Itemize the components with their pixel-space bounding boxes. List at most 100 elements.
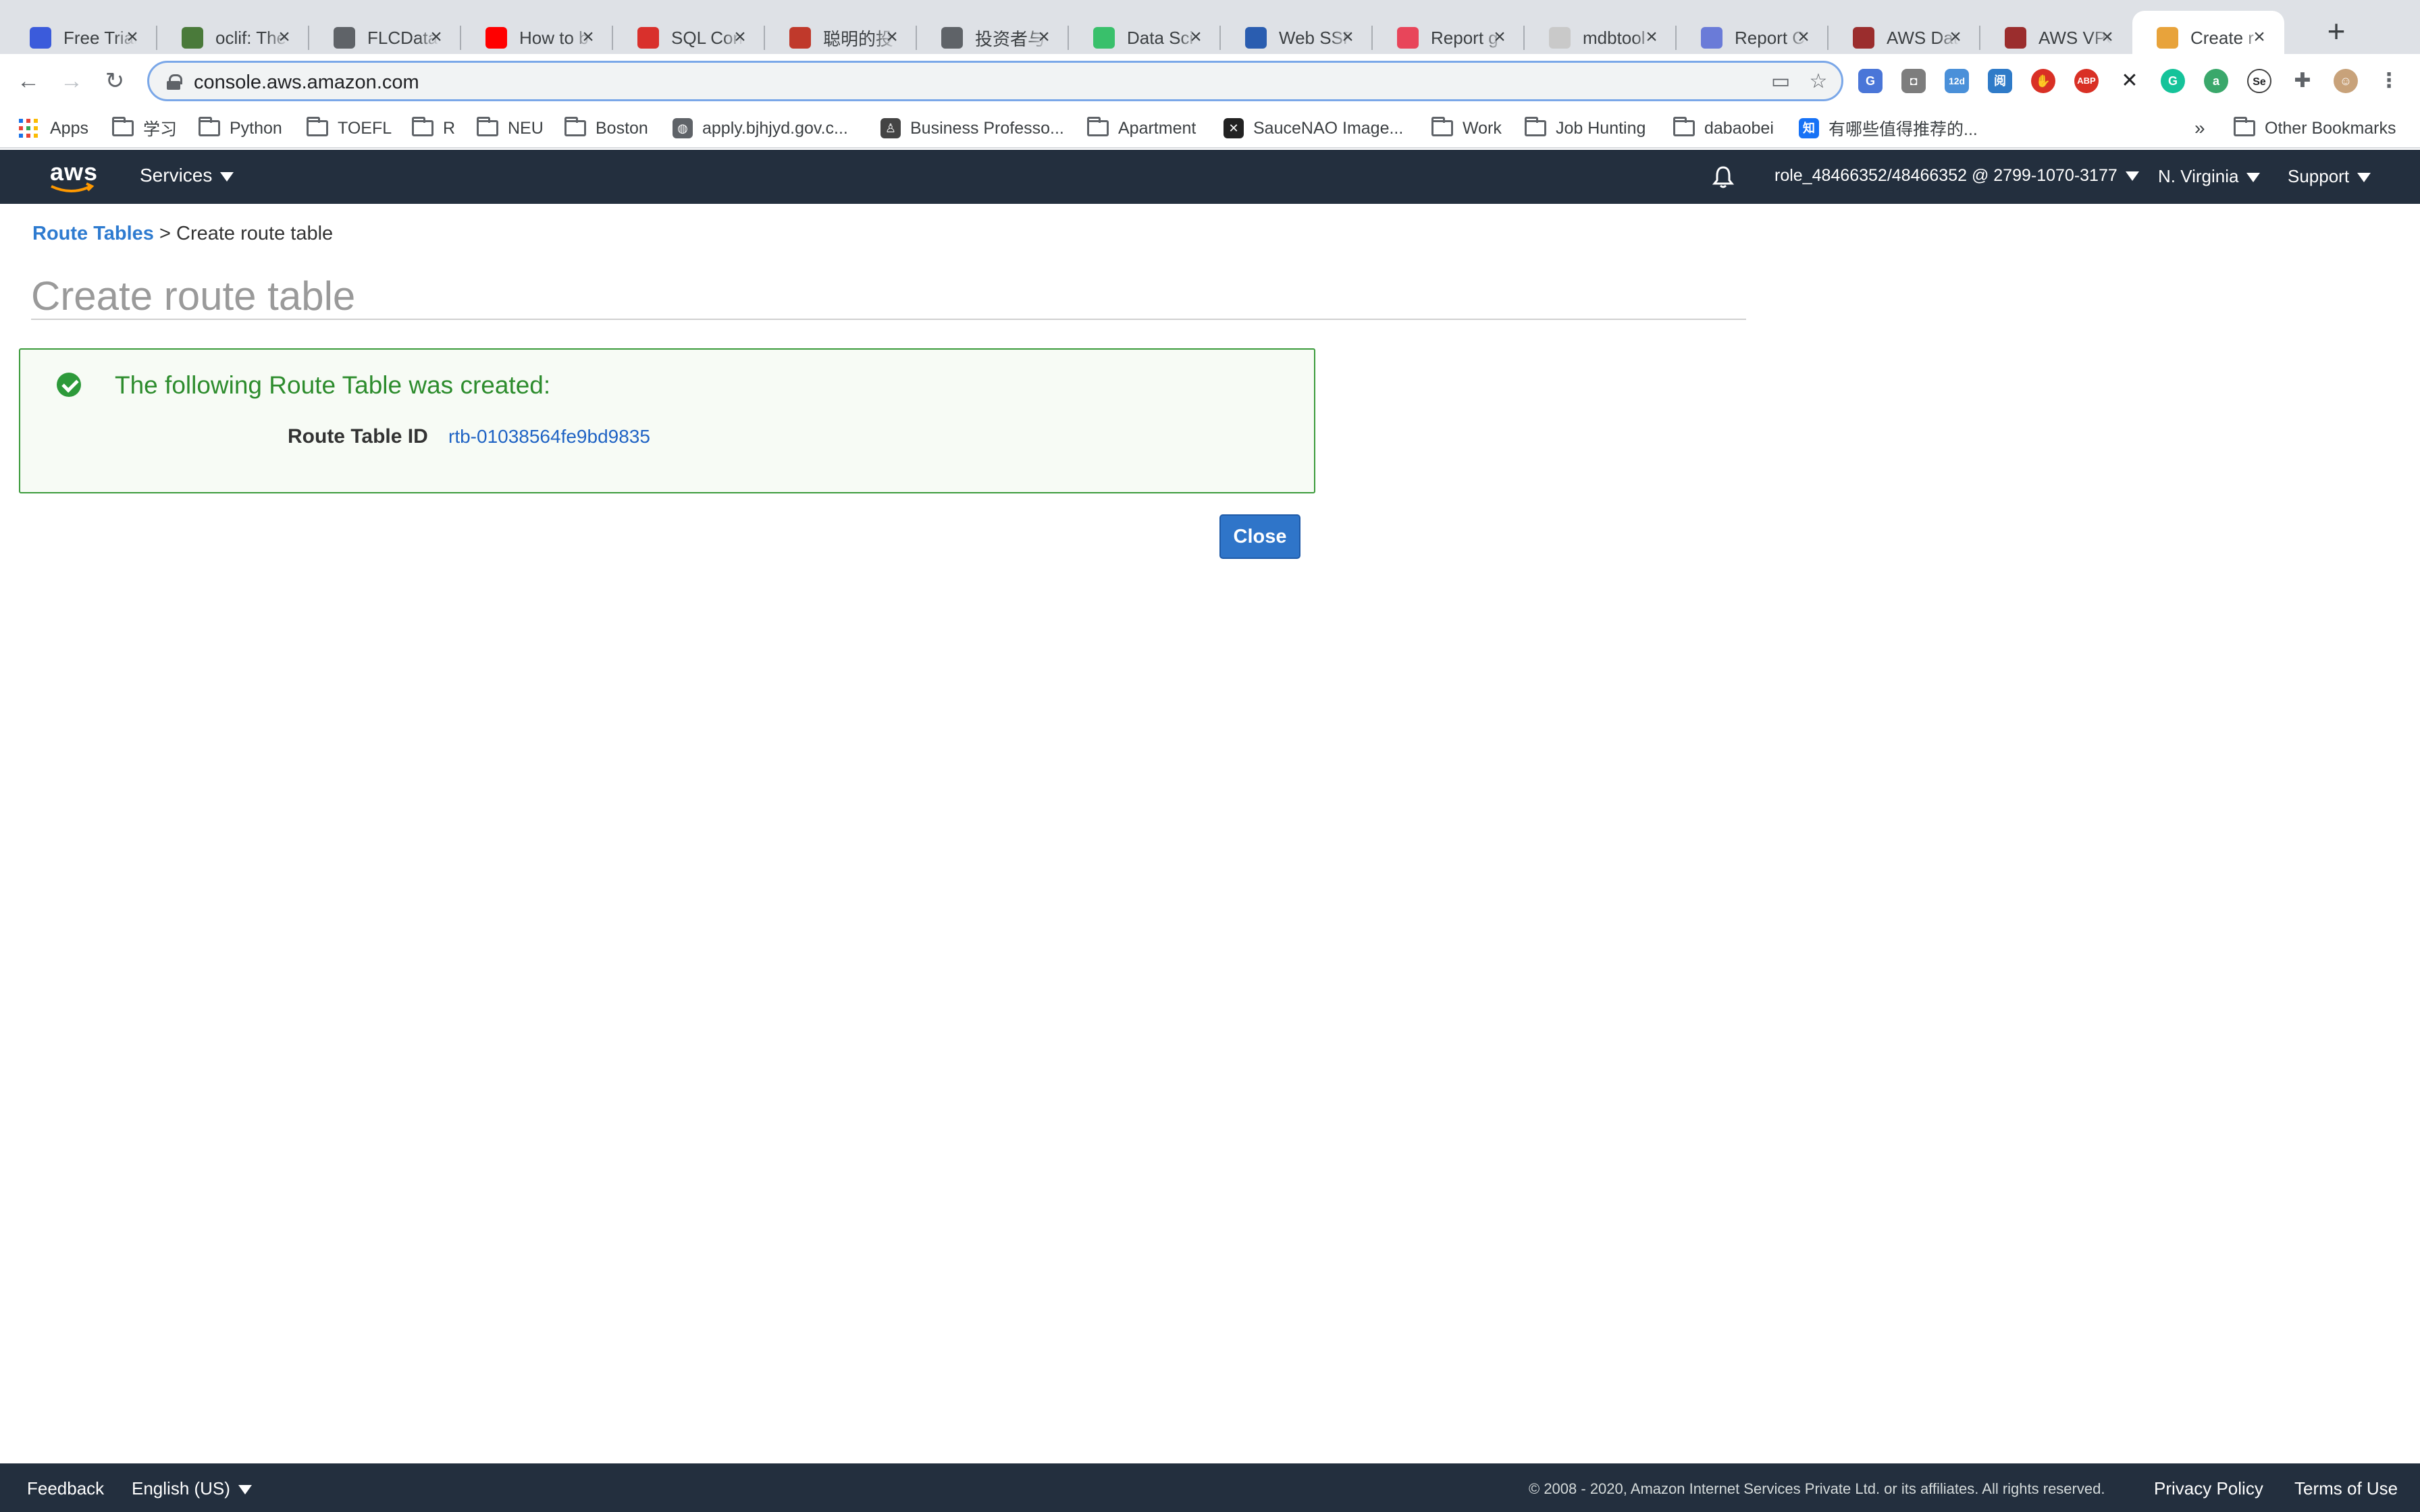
bookmark-item[interactable]: NEU bbox=[477, 116, 544, 140]
route-table-id-link[interactable]: rtb-01038564fe9bd9835 bbox=[448, 426, 650, 448]
breadcrumb: Route Tables > Create route table bbox=[32, 223, 333, 245]
tab-close-icon[interactable]: × bbox=[426, 27, 446, 47]
bookmark-label: Apartment bbox=[1118, 118, 1196, 138]
folder-icon bbox=[477, 117, 498, 136]
bookmark-item[interactable]: dabaobei bbox=[1673, 116, 1774, 140]
zhihu-icon: 知 bbox=[1799, 118, 1819, 138]
page-title: Create route table bbox=[31, 273, 356, 319]
abp-extension-icon[interactable]: ABP bbox=[2074, 69, 2099, 93]
tab-close-icon[interactable]: × bbox=[274, 27, 294, 47]
bookmark-item[interactable]: Python bbox=[199, 116, 282, 140]
a-extension-icon[interactable]: a bbox=[2204, 69, 2228, 93]
grammarly-extension-icon[interactable]: G bbox=[2161, 69, 2185, 93]
bookmark-label: Apps bbox=[50, 118, 88, 138]
tab-close-icon[interactable]: × bbox=[1034, 27, 1054, 47]
success-alert: The following Route Table was created: R… bbox=[19, 348, 1315, 493]
se-extension-icon[interactable]: Se bbox=[2247, 69, 2271, 93]
bookmark-item[interactable]: Apps bbox=[19, 116, 88, 140]
tab-close-icon[interactable]: × bbox=[1490, 27, 1510, 47]
tab-close-icon[interactable]: × bbox=[2249, 27, 2269, 47]
support-menu[interactable]: Support bbox=[2288, 166, 2371, 187]
cast-icon[interactable]: ▭ bbox=[1770, 71, 1791, 92]
tab-close-icon[interactable]: × bbox=[1793, 27, 1814, 47]
aws-box-icon bbox=[2157, 27, 2178, 49]
bull-icon bbox=[789, 27, 811, 49]
bookmark-item[interactable]: Boston bbox=[564, 116, 648, 140]
tab-close-icon[interactable]: × bbox=[1641, 27, 1662, 47]
route-table-id-label: Route Table ID bbox=[288, 425, 428, 448]
screenshot-extension-icon[interactable]: ◘ bbox=[1901, 69, 1926, 93]
tab-close-icon[interactable]: × bbox=[122, 27, 142, 47]
adblock-extension-icon[interactable]: ✋ bbox=[2031, 69, 2055, 93]
folder-icon bbox=[1525, 117, 1546, 136]
other-bookmarks-label: Other Bookmarks bbox=[2265, 118, 2396, 138]
language-selector[interactable]: English (US) bbox=[132, 1478, 252, 1499]
bookmark-item[interactable]: Job Hunting bbox=[1525, 116, 1646, 140]
privacy-policy-link[interactable]: Privacy Policy bbox=[2154, 1478, 2263, 1499]
bookmark-label: Work bbox=[1463, 118, 1502, 138]
translate-extension-icon[interactable]: G bbox=[1858, 69, 1883, 93]
browser-menu-icon[interactable]: ⋮ bbox=[2377, 69, 2401, 93]
aws-red-icon bbox=[1853, 27, 1874, 49]
folder-icon bbox=[1431, 117, 1453, 136]
bookmark-star-icon[interactable]: ☆ bbox=[1808, 71, 1829, 92]
bookmark-item[interactable]: Apartment bbox=[1087, 116, 1196, 140]
tab-close-icon[interactable]: × bbox=[882, 27, 902, 47]
bookmark-label: Business Professo... bbox=[910, 118, 1064, 138]
reload-icon[interactable]: ↻ bbox=[101, 68, 128, 94]
title-divider bbox=[31, 319, 1746, 320]
tab-close-icon[interactable]: × bbox=[1186, 27, 1206, 47]
bookmark-label: R bbox=[443, 118, 456, 138]
bookmark-item[interactable]: ◍ apply.bjhjyd.gov.c... bbox=[673, 116, 848, 140]
region-menu[interactable]: N. Virginia bbox=[2158, 166, 2261, 187]
terms-of-use-link[interactable]: Terms of Use bbox=[2294, 1478, 2398, 1499]
tab-close-icon[interactable]: × bbox=[2097, 27, 2118, 47]
bookmark-label: Python bbox=[230, 118, 282, 138]
back-arrow-icon[interactable]: ← bbox=[15, 68, 42, 94]
notes-extension-icon[interactable]: 阅 bbox=[1988, 69, 2012, 93]
notifications-bell-icon[interactable] bbox=[1711, 165, 1735, 189]
bookmark-item[interactable]: 学习 bbox=[112, 116, 177, 140]
folder-icon bbox=[564, 117, 586, 136]
dc-icon bbox=[1093, 27, 1115, 49]
address-bar-url[interactable]: console.aws.amazon.com bbox=[194, 72, 419, 94]
calendar-extension-icon[interactable]: 12d bbox=[1945, 69, 1969, 93]
new-tab-button[interactable]: + bbox=[2320, 15, 2352, 47]
lock-icon[interactable] bbox=[167, 74, 182, 90]
breadcrumb-current: Create route table bbox=[176, 223, 334, 244]
address-bar[interactable]: console.aws.amazon.com ▭ ☆ bbox=[147, 61, 1843, 101]
tab-close-icon[interactable]: × bbox=[730, 27, 750, 47]
report-icon bbox=[1397, 27, 1419, 49]
extensions-puzzle-icon[interactable]: ✚ bbox=[2290, 69, 2315, 93]
folder-icon bbox=[199, 117, 220, 136]
bookmark-label: dabaobei bbox=[1704, 118, 1774, 138]
tab-close-icon[interactable]: × bbox=[1945, 27, 1966, 47]
bookmark-item[interactable]: ✕ SauceNAO Image... bbox=[1224, 116, 1403, 140]
feedback-link[interactable]: Feedback bbox=[27, 1478, 104, 1499]
account-menu[interactable]: role_48466352/48466352 @ 2799-1070-3177 bbox=[1774, 166, 2139, 186]
profile-avatar-icon[interactable]: ☺ bbox=[2334, 69, 2358, 93]
caret-down-icon bbox=[2357, 173, 2371, 183]
breadcrumb-route-tables-link[interactable]: Route Tables bbox=[32, 223, 154, 244]
bookmark-item[interactable]: R bbox=[412, 116, 455, 140]
tab-close-icon[interactable]: × bbox=[578, 27, 598, 47]
other-bookmarks[interactable]: Other Bookmarks bbox=[2234, 116, 2396, 140]
check-doc-icon bbox=[1245, 27, 1267, 49]
tab-close-icon[interactable]: × bbox=[1338, 27, 1358, 47]
youtube-icon bbox=[485, 27, 507, 49]
x-box-icon: ✕ bbox=[1224, 118, 1244, 138]
person-icon: ♙ bbox=[880, 118, 901, 138]
bookmark-item[interactable]: ♙ Business Professo... bbox=[880, 116, 1064, 140]
services-menu[interactable]: Services bbox=[140, 165, 234, 186]
close-button[interactable]: Close bbox=[1219, 514, 1300, 559]
apps-grid-icon bbox=[19, 119, 38, 138]
bookmarks-overflow-chevron-icon[interactable]: » bbox=[2194, 116, 2205, 140]
bookmark-item[interactable]: 知有哪些值得推荐的... bbox=[1799, 116, 1978, 140]
browser-toolbar: ← → ↻ console.aws.amazon.com ▭ ☆ G ◘ 12d… bbox=[0, 54, 2420, 108]
forward-arrow-icon[interactable]: → bbox=[58, 68, 85, 94]
folder-icon bbox=[412, 117, 433, 136]
x-extension-icon[interactable]: ✕ bbox=[2118, 69, 2142, 93]
aws-logo[interactable]: aws bbox=[47, 157, 97, 194]
bookmark-item[interactable]: Work bbox=[1431, 116, 1502, 140]
bookmark-item[interactable]: TOEFL bbox=[307, 116, 392, 140]
